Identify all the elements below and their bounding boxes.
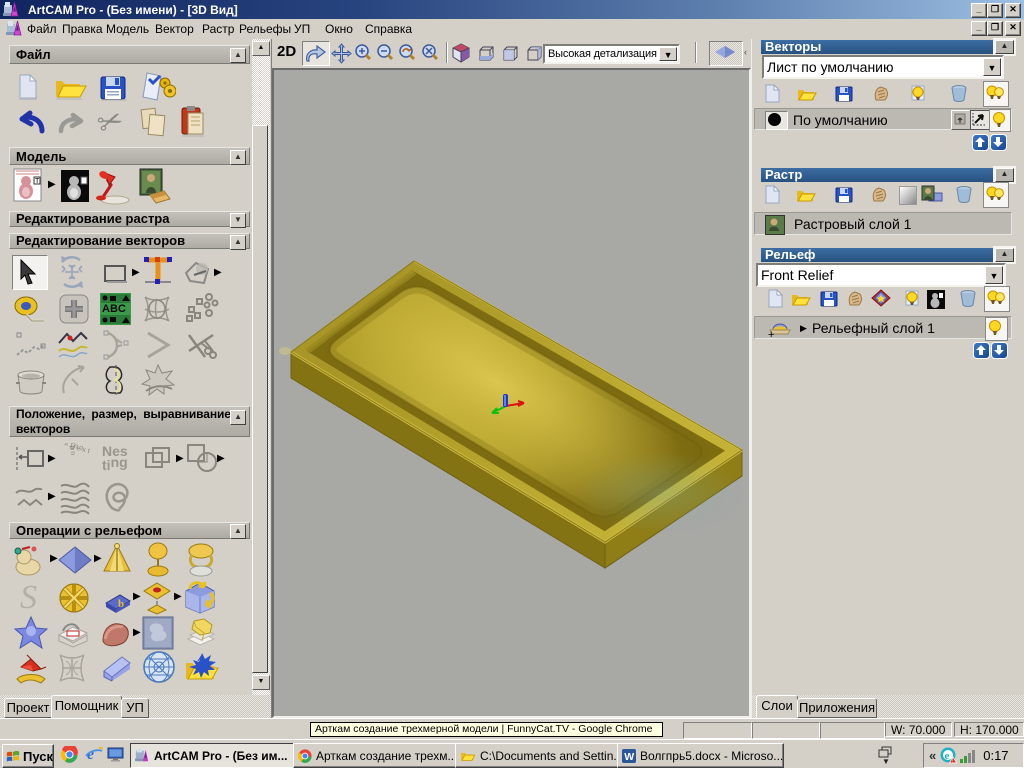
- svg-text:ting: ting: [102, 454, 128, 473]
- svg-text:ABC: ABC: [102, 303, 126, 315]
- svg-text:!: !: [952, 759, 953, 765]
- svg-text:b: b: [118, 598, 124, 610]
- svg-text:T: T: [35, 178, 40, 185]
- svg-text:+: +: [768, 329, 774, 339]
- svg-text:e: e: [945, 750, 950, 762]
- svg-text:W: W: [624, 750, 634, 762]
